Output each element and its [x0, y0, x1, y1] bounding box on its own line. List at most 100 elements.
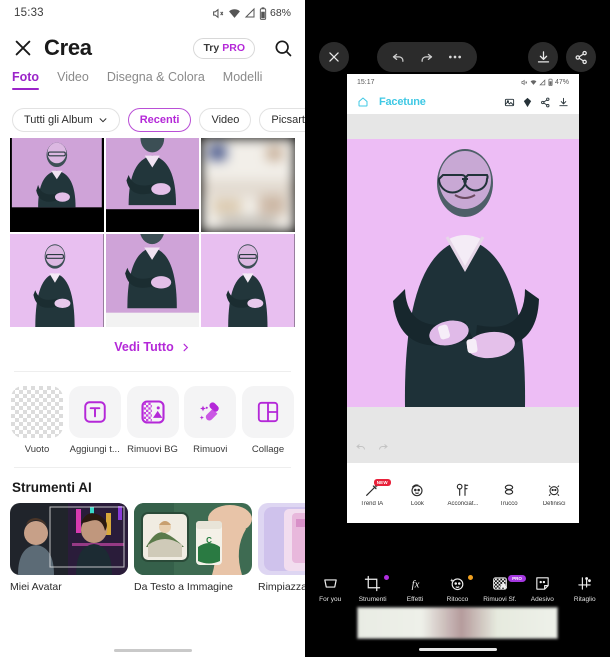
app-bar: Crea Try PRO: [0, 26, 305, 70]
chevron-right-icon: [183, 343, 188, 352]
preview-tool-bar: NEW Trend IA Look Acconciat... Trucco De…: [347, 463, 579, 521]
preview-tool-definisci[interactable]: Definisci: [533, 482, 575, 507]
preview-share-button[interactable]: [540, 97, 551, 108]
quick-tool-collage[interactable]: Collage: [241, 386, 295, 455]
share-button[interactable]: [566, 42, 596, 72]
preview-tool-acconciatura[interactable]: Acconciat...: [442, 482, 484, 507]
add-text-icon: [84, 401, 106, 424]
preview-tool-trend-ia[interactable]: NEW Trend IA: [351, 478, 393, 507]
effects-fx-icon: fx: [411, 578, 419, 590]
download-button[interactable]: [528, 42, 558, 72]
canvas-history-controls[interactable]: [355, 441, 389, 453]
pro-diamond-button[interactable]: [522, 97, 533, 108]
gallery-thumb-1[interactable]: [10, 138, 104, 232]
bottom-tab-label: Rimuovi Sf.: [483, 596, 517, 603]
photo-grid: [0, 138, 305, 328]
ai-card-rimpiazza[interactable]: Rimpiazza: [258, 503, 305, 593]
redo-button[interactable]: [419, 50, 434, 65]
preview-app-title: Facetune: [379, 96, 426, 108]
ai-tools-carousel[interactable]: Miei Avatar C Da Testo a Immagine Rimpia…: [0, 503, 305, 593]
gallery-thumb-4[interactable]: [10, 233, 104, 328]
gallery-thumb-6[interactable]: [201, 233, 295, 328]
undo-button[interactable]: [391, 50, 406, 65]
share-icon: [541, 97, 550, 107]
empty-canvas-icon: [11, 386, 63, 439]
notification-dot: [468, 575, 474, 580]
wifi-icon: [229, 8, 240, 18]
signal-icon: [244, 7, 255, 18]
more-options-icon: [449, 55, 461, 59]
ai-card-label: Rimpiazza: [258, 581, 305, 594]
photo-subject: [347, 139, 579, 407]
chip-tutti-gli-album[interactable]: Tutti gli Album: [12, 108, 120, 132]
notification-dot: [383, 575, 389, 580]
quick-tool-aggiungi-testo[interactable]: Aggiungi t...: [68, 386, 122, 455]
tab-modelli[interactable]: Modelli: [223, 70, 263, 90]
preview-download-button[interactable]: [558, 97, 569, 108]
chip-picsart[interactable]: Picsart: [259, 108, 305, 132]
avatar-card: [10, 503, 128, 576]
home-icon[interactable]: [357, 96, 369, 108]
bottom-tab-ritocco[interactable]: Ritocco: [437, 575, 477, 603]
bottom-tab-label: Ritocco: [446, 596, 469, 603]
bottom-tab-label: For you: [319, 596, 342, 603]
try-pro-button[interactable]: Try PRO: [193, 37, 255, 59]
preview-status-bar: 15:17 47%: [347, 74, 579, 90]
tab-video[interactable]: Video: [57, 70, 89, 90]
bottom-tab-effetti[interactable]: fx Effetti: [395, 575, 435, 603]
tab-foto[interactable]: Foto: [12, 70, 40, 90]
thumbnail-image: [10, 138, 104, 232]
quick-tool-label: Rimuovi: [193, 444, 228, 456]
preview-tool-trucco[interactable]: Trucco: [488, 482, 530, 507]
chip-recenti[interactable]: Recenti: [127, 108, 192, 132]
gallery-thumb-3-blurred[interactable]: [201, 138, 295, 232]
ai-card-miei-avatar[interactable]: Miei Avatar: [10, 503, 128, 593]
pro-diamond-icon: [523, 97, 532, 107]
ai-card-da-testo-a-immagine[interactable]: C Da Testo a Immagine: [134, 503, 252, 593]
page-title: Crea: [44, 35, 92, 60]
undo-icon: [392, 53, 404, 62]
mute-icon: [521, 79, 528, 85]
mute-icon: [213, 8, 224, 18]
tab-disegna-colora[interactable]: Disegna & Colora: [107, 70, 205, 90]
chip-label: Tutti gli Album: [24, 114, 93, 126]
bottom-tab-rimuovi-sfondo[interactable]: PRO Rimuovi Sf.: [480, 575, 526, 603]
bottom-tab-ritaglio[interactable]: Ritaglio: [565, 575, 605, 603]
preview-tool-look[interactable]: Look: [396, 482, 438, 507]
quick-tool-rimuovi-bg[interactable]: Rimuovi BG: [126, 386, 180, 455]
gallery-thumb-5[interactable]: [105, 233, 200, 328]
chip-video[interactable]: Video: [199, 108, 252, 132]
undo-redo-group: [377, 42, 477, 72]
bottom-tab-for-you[interactable]: For you: [310, 575, 350, 603]
gallery-icon-button[interactable]: [504, 97, 515, 108]
crop-icon: [578, 577, 592, 590]
gallery-thumb-2[interactable]: [105, 138, 200, 232]
more-options-button[interactable]: [447, 49, 463, 65]
battery-icon: [548, 78, 553, 86]
magic-eraser-icon: [199, 402, 219, 421]
close-icon[interactable]: [12, 37, 34, 59]
bottom-tab-adesivo[interactable]: Adesivo: [522, 575, 562, 603]
quick-tool-vuoto[interactable]: Vuoto: [10, 386, 64, 455]
close-icon: [329, 52, 339, 62]
quick-tool-label: Aggiungi t...: [69, 444, 120, 456]
signal-icon: [539, 78, 546, 85]
close-button[interactable]: [319, 42, 349, 72]
quick-tool-label: Vuoto: [24, 444, 50, 456]
search-icon[interactable]: [273, 38, 293, 58]
facetune-editor-screen: 15:17 47% Facetune NEW Trend IA Look Acc…: [305, 0, 610, 657]
chevron-down-icon: [99, 118, 107, 123]
download-icon: [559, 97, 568, 106]
bottom-tab-label: Adesivo: [530, 596, 554, 603]
retouch-icon: [450, 578, 464, 591]
ai-tools-title: Strumenti AI: [12, 480, 92, 496]
replace-card: [258, 503, 305, 576]
editor-top-toolbar: [305, 40, 610, 74]
preview-tool-label: Definisci: [542, 500, 566, 507]
filmstrip-preview[interactable]: [357, 607, 558, 639]
bottom-tab-strumenti[interactable]: Strumenti: [353, 575, 393, 603]
editor-canvas[interactable]: [347, 114, 579, 463]
undo-icon: [356, 444, 365, 450]
see-all-button[interactable]: Vedi Tutto: [0, 327, 305, 367]
quick-tool-rimuovi[interactable]: Rimuovi: [183, 386, 237, 455]
